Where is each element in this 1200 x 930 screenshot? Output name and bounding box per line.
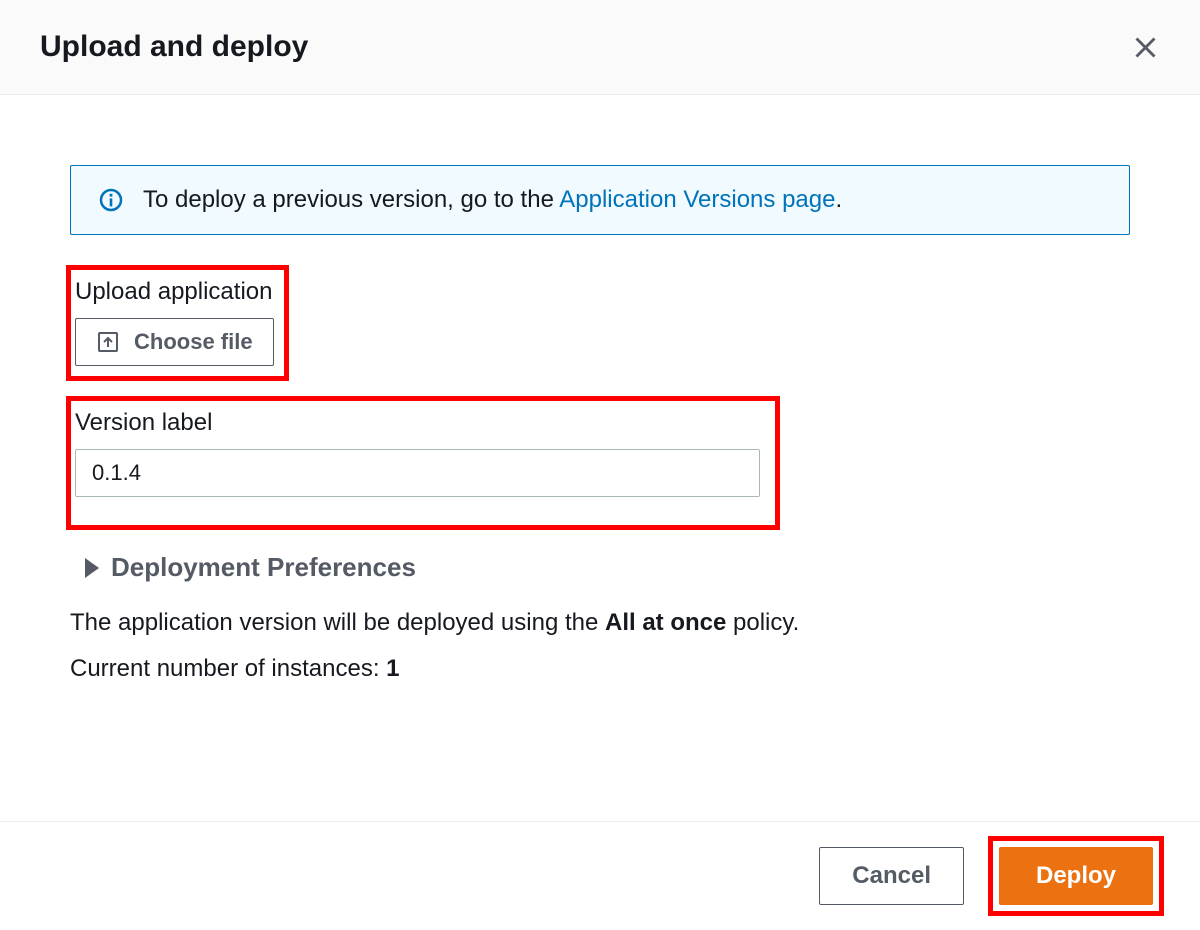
policy-text: The application version will be deployed… — [70, 609, 1130, 637]
instances-label: Current number of instances: — [70, 655, 386, 682]
info-text-before: To deploy a previous version, go to the — [143, 186, 559, 213]
choose-file-button[interactable]: Choose file — [75, 318, 274, 366]
deployment-preferences-toggle[interactable]: Deployment Preferences — [70, 552, 1130, 583]
modal-title: Upload and deploy — [40, 30, 308, 64]
upload-highlight: Upload application Choose file — [66, 265, 289, 381]
chevron-right-icon — [85, 558, 99, 578]
close-button[interactable] — [1130, 32, 1160, 62]
version-input[interactable] — [75, 449, 760, 497]
deploy-highlight: Deploy — [988, 836, 1164, 916]
upload-icon — [96, 330, 120, 354]
choose-file-label: Choose file — [134, 329, 253, 355]
policy-name: All at once — [605, 609, 726, 636]
info-icon — [99, 188, 123, 212]
instances-count: 1 — [386, 655, 399, 682]
deploy-button[interactable]: Deploy — [999, 847, 1153, 905]
policy-text-before: The application version will be deployed… — [70, 609, 605, 636]
upload-label: Upload application — [75, 278, 274, 306]
deployment-preferences-title: Deployment Preferences — [111, 552, 416, 583]
version-label: Version label — [75, 409, 760, 437]
cancel-button[interactable]: Cancel — [819, 847, 964, 905]
version-highlight: Version label — [66, 396, 780, 530]
info-text-after: . — [835, 186, 842, 213]
modal-header: Upload and deploy — [0, 0, 1200, 95]
modal-body: To deploy a previous version, go to the … — [0, 95, 1200, 723]
instances-text: Current number of instances: 1 — [70, 655, 1130, 683]
application-versions-link[interactable]: Application Versions page — [559, 186, 835, 213]
info-text: To deploy a previous version, go to the … — [143, 186, 842, 214]
close-icon — [1132, 34, 1159, 61]
modal-footer: Cancel Deploy — [0, 821, 1200, 930]
info-alert: To deploy a previous version, go to the … — [70, 165, 1130, 235]
policy-text-after: policy. — [726, 609, 799, 636]
